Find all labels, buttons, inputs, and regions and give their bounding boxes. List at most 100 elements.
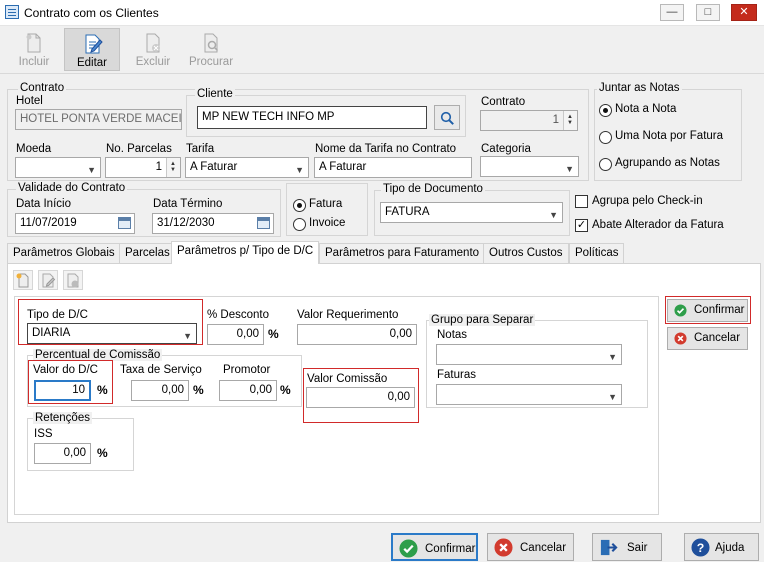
- uma-nota-por-fatura-label: Uma Nota por Fatura: [615, 130, 724, 142]
- app-icon: [5, 5, 19, 19]
- parcelas-field[interactable]: 1: [105, 157, 181, 178]
- desconto-input[interactable]: 0,00: [207, 324, 264, 345]
- nome-tarifa-input[interactable]: A Faturar: [314, 157, 472, 178]
- check-mark-icon: ✓: [576, 219, 587, 231]
- check-circle-icon: [399, 539, 418, 558]
- valor-comissao-label: Valor Comissão: [307, 373, 388, 385]
- editar-label: Editar: [76, 57, 108, 69]
- side-cancelar-button[interactable]: Cancelar: [667, 327, 748, 350]
- promotor-label: Promotor: [223, 364, 271, 376]
- help-circle-icon: ?: [691, 538, 710, 557]
- moeda-select[interactable]: ▼: [15, 157, 101, 178]
- tab-outros-custos[interactable]: Outros Custos: [483, 243, 569, 263]
- valor-dc-input[interactable]: 10: [34, 380, 91, 401]
- edit-document-icon: [42, 273, 56, 288]
- title-bar: Contrato com os Clientes — □ ✕: [0, 0, 764, 26]
- procurar-label: Procurar: [188, 56, 234, 68]
- valor-requerimento-input[interactable]: 0,00: [297, 324, 417, 345]
- subtoolbar-delete-button[interactable]: [63, 270, 83, 290]
- promotor-input[interactable]: 0,00: [219, 380, 277, 401]
- chevron-down-icon: ▼: [87, 165, 96, 175]
- svg-text:?: ?: [697, 541, 705, 555]
- valor-comissao-input[interactable]: 0,00: [306, 387, 415, 408]
- chevron-down-icon: ▼: [608, 352, 617, 362]
- abate-alterador-checkbox[interactable]: ✓: [575, 219, 588, 232]
- tipo-documento-legend: Tipo de Documento: [381, 183, 485, 195]
- juntar-notas-legend: Juntar as Notas: [597, 82, 682, 94]
- side-confirmar-button[interactable]: Confirmar: [667, 299, 748, 322]
- uma-nota-por-fatura-radio[interactable]: [599, 131, 612, 144]
- promotor-percent: %: [280, 383, 291, 397]
- fatura-radio[interactable]: [293, 199, 306, 212]
- incluir-button[interactable]: Incluir: [6, 28, 62, 71]
- maximize-button[interactable]: □: [696, 4, 720, 21]
- close-button[interactable]: ✕: [731, 4, 757, 21]
- contrato-number-field[interactable]: 1: [480, 110, 578, 131]
- parcelas-spinner[interactable]: [166, 158, 180, 177]
- sair-button[interactable]: Sair: [592, 533, 662, 561]
- calendar-icon[interactable]: [257, 217, 270, 229]
- data-termino-label: Data Término: [153, 198, 223, 210]
- confirmar-button[interactable]: Confirmar: [391, 533, 478, 561]
- taxa-servico-percent: %: [193, 383, 204, 397]
- data-inicio-label: Data Início: [16, 198, 71, 210]
- categoria-select[interactable]: ▼: [480, 156, 579, 177]
- editar-button[interactable]: Editar: [64, 28, 120, 71]
- data-inicio-input[interactable]: 11/07/2019: [15, 213, 135, 234]
- invoice-radio[interactable]: [293, 218, 306, 231]
- cancelar-label: Cancelar: [520, 542, 567, 554]
- cliente-search-button[interactable]: [434, 105, 460, 130]
- ajuda-button[interactable]: ? Ajuda: [684, 533, 759, 561]
- chevron-down-icon: ▼: [295, 165, 304, 175]
- sair-label: Sair: [627, 542, 648, 554]
- taxa-servico-input[interactable]: 0,00: [131, 380, 189, 401]
- tab-parametros-tipo-dc[interactable]: Parâmetros p/ Tipo de D/C: [171, 241, 320, 264]
- retencoes-legend: Retenções: [33, 412, 92, 424]
- hotel-field[interactable]: HOTEL PONTA VERDE MACEIÓ: [15, 109, 182, 130]
- nota-a-nota-radio[interactable]: [599, 104, 612, 117]
- tab-politicas[interactable]: Políticas: [569, 243, 625, 263]
- agrupando-notas-label: Agrupando as Notas: [615, 157, 720, 169]
- calendar-icon[interactable]: [118, 217, 131, 229]
- grupo-separar-legend: Grupo para Separar: [429, 314, 536, 326]
- contrato-spinner[interactable]: [563, 111, 577, 130]
- tarifa-value: A Faturar: [190, 161, 238, 173]
- tab-parcelas[interactable]: Parcelas: [119, 243, 176, 263]
- cliente-input[interactable]: MP NEW TECH INFO MP: [197, 106, 427, 129]
- side-confirmar-label: Confirmar: [694, 304, 745, 316]
- excluir-button[interactable]: Excluir: [125, 28, 181, 71]
- iss-input[interactable]: 0,00: [34, 443, 91, 464]
- ajuda-label: Ajuda: [715, 542, 745, 554]
- delete-document-icon: [146, 33, 160, 53]
- exit-door-icon: [600, 539, 618, 556]
- subtoolbar-edit-button[interactable]: [38, 270, 58, 290]
- data-termino-input[interactable]: 31/12/2030: [152, 213, 274, 234]
- nota-a-nota-label: Nota a Nota: [615, 103, 677, 115]
- toolbar: Incluir Editar Excluir Procurar: [0, 26, 764, 74]
- agrupando-notas-radio[interactable]: [599, 158, 612, 171]
- parcelas-label: No. Parcelas: [106, 143, 172, 155]
- tipo-documento-select[interactable]: FATURA ▼: [380, 202, 563, 223]
- contrato-legend: Contrato: [18, 82, 67, 94]
- abate-alterador-label: Abate Alterador da Fatura: [592, 219, 724, 231]
- moeda-label: Moeda: [16, 143, 52, 155]
- validade-legend: Validade do Contrato: [16, 182, 128, 194]
- faturas-select[interactable]: ▼: [436, 384, 622, 405]
- tarifa-select[interactable]: A Faturar ▼: [185, 157, 309, 178]
- notas-label: Notas: [437, 329, 468, 341]
- confirmar-label: Confirmar: [425, 543, 476, 555]
- tipo-dc-value: DIARIA: [32, 327, 71, 339]
- minimize-button[interactable]: —: [660, 4, 684, 21]
- agrupa-checkin-checkbox[interactable]: [575, 195, 588, 208]
- tab-parametros-faturamento[interactable]: Parâmetros para Faturamento: [319, 243, 486, 263]
- chevron-down-icon: ▼: [549, 210, 558, 220]
- tab-parametros-globais[interactable]: Parâmetros Globais: [7, 243, 121, 263]
- notas-select[interactable]: ▼: [436, 344, 622, 365]
- subtoolbar-new-button[interactable]: [13, 270, 33, 290]
- procurar-button[interactable]: Procurar: [183, 28, 239, 71]
- cancelar-button[interactable]: Cancelar: [487, 533, 574, 561]
- search-document-icon: [204, 33, 219, 53]
- desconto-percent: %: [268, 327, 279, 341]
- iss-percent: %: [97, 446, 108, 460]
- tipo-dc-select[interactable]: DIARIA ▼: [27, 323, 197, 344]
